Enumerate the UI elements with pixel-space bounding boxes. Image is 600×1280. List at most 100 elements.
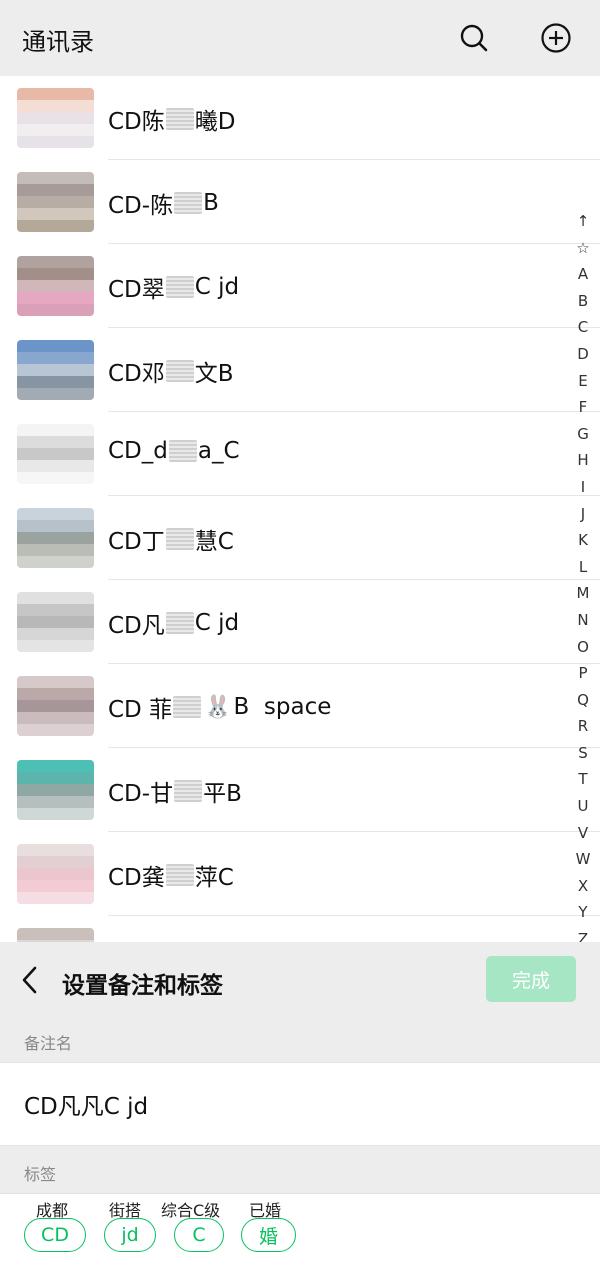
avatar-band [17,280,94,293]
index-letter[interactable]: M [577,580,590,607]
redacted-text [165,612,194,634]
tags-label: 标签 [24,1165,57,1184]
avatar-band [17,424,94,437]
contact-name-suffix: 慧C [194,529,234,555]
index-letter[interactable]: B [578,288,588,315]
search-button[interactable] [456,20,492,56]
sheet-header: 设置备注和标签 完成 [0,942,600,1020]
contact-name-prefix: CD_d [108,438,168,464]
avatar-band [17,700,94,713]
index-letter[interactable]: R [578,713,588,740]
contact-row[interactable]: CD陈 曦D [0,76,600,160]
back-button[interactable] [18,964,42,996]
done-button[interactable]: 完成 [486,956,576,1002]
avatar [17,172,94,232]
index-letter[interactable]: ↑ [577,208,590,235]
tag-chip[interactable]: 婚 [241,1218,296,1252]
avatar-band [17,340,94,353]
remark-input[interactable]: CD凡凡C jd [0,1062,600,1146]
index-letter[interactable]: T [578,766,587,793]
index-letter[interactable]: I [581,474,585,501]
contact-row[interactable]: CD-甘 平B [0,748,600,832]
tags-area[interactable]: 成都 CD 街搭 jd 综合C级 C 已婚婚 [0,1193,600,1280]
avatar-band [17,628,94,641]
avatar-band [17,676,94,689]
avatar-band [17,772,94,785]
index-letter[interactable]: Q [577,687,589,714]
index-letter[interactable]: E [578,368,587,395]
avatar-band [17,712,94,725]
index-letter[interactable]: N [577,607,588,634]
avatar-band [17,640,94,652]
index-letter[interactable]: G [577,421,589,448]
contact-name: CD-陈 B [108,186,219,220]
contact-name-prefix: CD-陈 [108,193,174,219]
index-letter[interactable]: W [576,846,591,873]
index-letter[interactable]: O [577,634,589,661]
redacted-text [165,360,194,382]
index-letter[interactable]: P [578,660,587,687]
avatar-band [17,880,94,893]
index-letter[interactable]: L [579,554,587,581]
index-letter[interactable]: X [578,873,588,900]
index-letter[interactable]: J [581,501,585,528]
contact-name-prefix: CD凡 [108,613,165,639]
contact-name: CD丁 慧C [108,522,234,556]
alphabet-index[interactable]: ↑ ☆ A B C D E F G H I J K L M N O P Q R S T U V W X Y Z [570,208,596,953]
contact-row[interactable] [0,916,600,942]
avatar-band [17,520,94,533]
tag-chip[interactable]: CD [24,1218,86,1252]
index-letter[interactable]: H [577,447,588,474]
contact-list[interactable]: CD陈 曦D CD-陈 B CD翠 C jd CD邓 文B CD_d a_C CD丁 慧C CD凡 C j… [0,76,600,942]
avatar-band [17,364,94,377]
avatar-band [17,196,94,209]
index-letter[interactable]: C [578,314,588,341]
index-letter[interactable]: Y [578,899,587,926]
index-letter[interactable]: D [577,341,589,368]
contact-row[interactable]: CD凡 C jd [0,580,600,664]
sheet-title: 设置备注和标签 [62,973,223,999]
contact-name: CD翠 C jd [108,270,239,304]
avatar-band [17,724,94,736]
avatar-band [17,808,94,820]
index-letter[interactable]: A [578,261,588,288]
contact-name-suffix: B space [233,694,332,720]
tag-chip[interactable]: C [174,1218,224,1252]
index-letter[interactable]: V [578,820,588,847]
avatar-band [17,184,94,197]
avatar-band [17,796,94,809]
contact-row[interactable]: CD_d a_C [0,412,600,496]
avatar-band [17,292,94,305]
index-letter[interactable]: U [578,793,589,820]
index-letter[interactable]: S [578,740,588,767]
index-letter[interactable]: K [578,527,588,554]
contact-row[interactable]: CD 菲 🐰 B space [0,664,600,748]
contact-row[interactable]: CD-陈 B [0,160,600,244]
index-letter[interactable]: F [579,394,588,421]
contact-name-suffix: B [203,190,219,216]
page-title: 通讯录 [22,28,94,56]
tag-chip[interactable]: jd [104,1218,156,1252]
redacted-text [165,108,194,130]
contact-row[interactable]: CD邓 文B [0,328,600,412]
contact-name-prefix: CD 菲 [108,697,173,723]
avatar-band [17,448,94,461]
search-icon [460,24,488,52]
index-letter[interactable]: ☆ [576,235,589,262]
avatar-band [17,844,94,857]
contact-name: CD 菲 🐰 B space [108,690,331,724]
add-button[interactable] [538,20,574,56]
avatar-band [17,100,94,113]
avatar-band [17,472,94,484]
contact-name: CD邓 文B [108,354,234,388]
contact-row[interactable]: CD丁 慧C [0,496,600,580]
avatar [17,676,94,736]
contact-row[interactable]: CD翠 C jd [0,244,600,328]
avatar-band [17,532,94,545]
avatar-band [17,784,94,797]
contact-row[interactable]: CD龚 萍C [0,832,600,916]
contact-name-suffix: C jd [194,274,240,300]
contact-name-suffix: a_C [197,438,240,464]
contact-name-prefix: CD-甘 [108,781,174,807]
redacted-text [174,192,203,214]
